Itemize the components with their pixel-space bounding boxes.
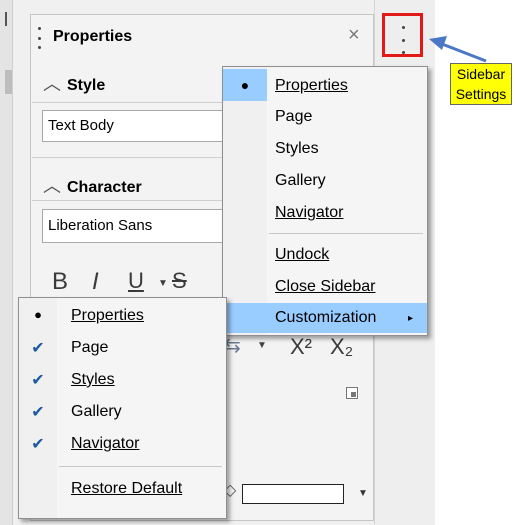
submenu-item-styles[interactable]: ✔ Styles — [19, 364, 226, 396]
menu-item-label: Gallery — [275, 172, 326, 189]
submenu-item-restore-default[interactable]: Restore Default — [19, 474, 226, 506]
checkmark-icon: ✔ — [31, 436, 45, 453]
menu-item-styles[interactable]: Styles — [223, 133, 427, 165]
menu-item-undock[interactable]: Undock — [223, 239, 427, 271]
menu-item-navigator[interactable]: Navigator — [223, 197, 427, 229]
submenu-item-gallery[interactable]: ✔ Gallery — [19, 396, 226, 428]
menu-item-label: Styles — [275, 140, 319, 157]
sidebar-settings-menu: ● Properties Page Styles Gallery Navigat… — [222, 66, 428, 336]
menu-item-label: Properties — [71, 307, 144, 324]
checkmark-icon: ✔ — [31, 372, 45, 389]
menu-item-label: Gallery — [71, 403, 122, 420]
menu-item-label: Page — [71, 339, 109, 356]
menu-separator — [59, 466, 222, 467]
menu-item-gallery[interactable]: Gallery — [223, 165, 427, 197]
menu-item-customization[interactable]: Customization ▸ — [223, 303, 427, 333]
menu-item-label: Close Sidebar — [275, 278, 376, 295]
bullet-icon: ● — [223, 69, 267, 101]
submenu-item-page[interactable]: ✔ Page — [19, 332, 226, 364]
checkmark-icon: ✔ — [31, 340, 45, 357]
callout-line-2: Settings — [455, 86, 507, 102]
menu-item-label: Navigator — [275, 204, 344, 221]
callout-label: Sidebar Settings — [450, 63, 512, 105]
menu-item-label: Undock — [275, 246, 330, 263]
checkmark-icon: ✔ — [31, 404, 45, 421]
menu-item-label: Properties — [275, 77, 348, 94]
customization-submenu: ● Properties ✔ Page ✔ Styles ✔ Gallery ✔… — [18, 297, 227, 519]
submenu-item-navigator[interactable]: ✔ Navigator — [19, 428, 226, 460]
menu-item-label: Styles — [71, 371, 115, 388]
bullet-icon: ● — [34, 307, 42, 322]
menu-item-properties[interactable]: ● Properties — [223, 69, 427, 101]
menu-item-label: Restore Default — [71, 480, 183, 497]
menu-item-close-sidebar[interactable]: Close Sidebar — [223, 271, 427, 303]
menu-item-label: Page — [275, 108, 313, 125]
callout-line-1: Sidebar — [456, 66, 506, 82]
menu-separator — [269, 233, 423, 234]
submenu-arrow-icon: ▸ — [407, 313, 413, 324]
menu-item-page[interactable]: Page — [223, 101, 427, 133]
submenu-item-properties[interactable]: ● Properties — [19, 300, 226, 332]
menu-item-label: Navigator — [71, 435, 140, 452]
menu-item-label: Customization — [275, 309, 377, 326]
